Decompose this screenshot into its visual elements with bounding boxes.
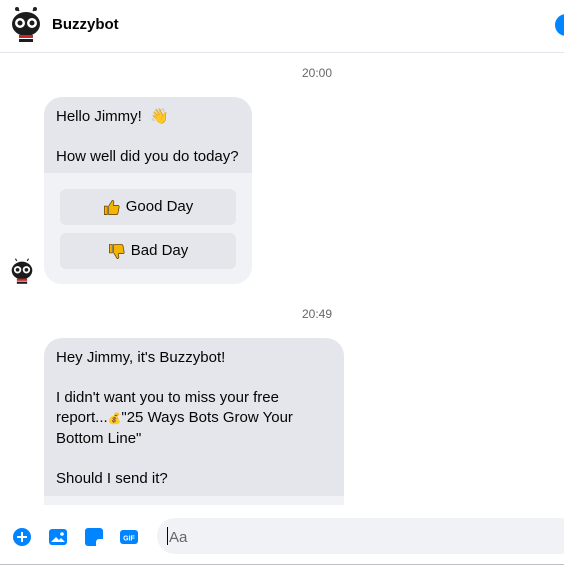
message-input[interactable] <box>167 526 551 548</box>
message-text: Hello Jimmy! 👋 How well did you do today… <box>44 97 252 175</box>
waving-hand-icon: 👋 <box>150 108 169 125</box>
money-bag-icon: 💰 <box>107 413 122 425</box>
divider <box>0 564 564 565</box>
add-icon[interactable] <box>12 527 32 547</box>
bad-day-button[interactable]: Bad Day <box>60 233 236 269</box>
message-text: Hey Jimmy, it's Buzzybot! I didn't want … <box>44 338 344 497</box>
chat-header: Buzzybot <box>0 0 564 53</box>
timestamp: 20:00 <box>301 66 333 80</box>
good-day-label: Good Day <box>125 198 194 215</box>
message-line: report... <box>56 409 108 426</box>
svg-text:GIF: GIF <box>123 536 135 543</box>
message-line: Should I send it? <box>56 470 168 487</box>
header-action-icon[interactable] <box>555 14 564 36</box>
message-bubble: Hey Jimmy, it's Buzzybot! I didn't want … <box>44 338 344 513</box>
sticker-icon[interactable] <box>84 527 104 547</box>
good-day-button[interactable]: Good Day <box>60 189 236 225</box>
message-bubble: Hello Jimmy! 👋 How well did you do today… <box>44 97 252 284</box>
chat-title[interactable]: Buzzybot <box>52 16 119 33</box>
message-line: "25 Ways Bots Grow Your <box>121 409 293 426</box>
message-composer[interactable] <box>157 518 564 554</box>
buzzybot-avatar-small <box>8 258 36 286</box>
message-line: Bottom Line" <box>56 430 142 447</box>
composer-bar: GIF <box>0 505 564 567</box>
question-text: How well did you do today? <box>56 148 239 165</box>
buzzybot-avatar[interactable] <box>7 7 45 45</box>
timestamp: 20:49 <box>301 307 333 321</box>
thumbs-up-icon <box>103 199 120 215</box>
message-line: Hey Jimmy, it's Buzzybot! <box>56 349 226 366</box>
gif-icon[interactable]: GIF <box>119 527 139 547</box>
bad-day-label: Bad Day <box>130 242 189 259</box>
message-line: I didn't want you to miss your free <box>56 389 279 406</box>
greeting-text: Hello Jimmy! <box>56 108 142 125</box>
photo-icon[interactable] <box>48 527 68 547</box>
thumbs-down-icon <box>108 243 125 259</box>
